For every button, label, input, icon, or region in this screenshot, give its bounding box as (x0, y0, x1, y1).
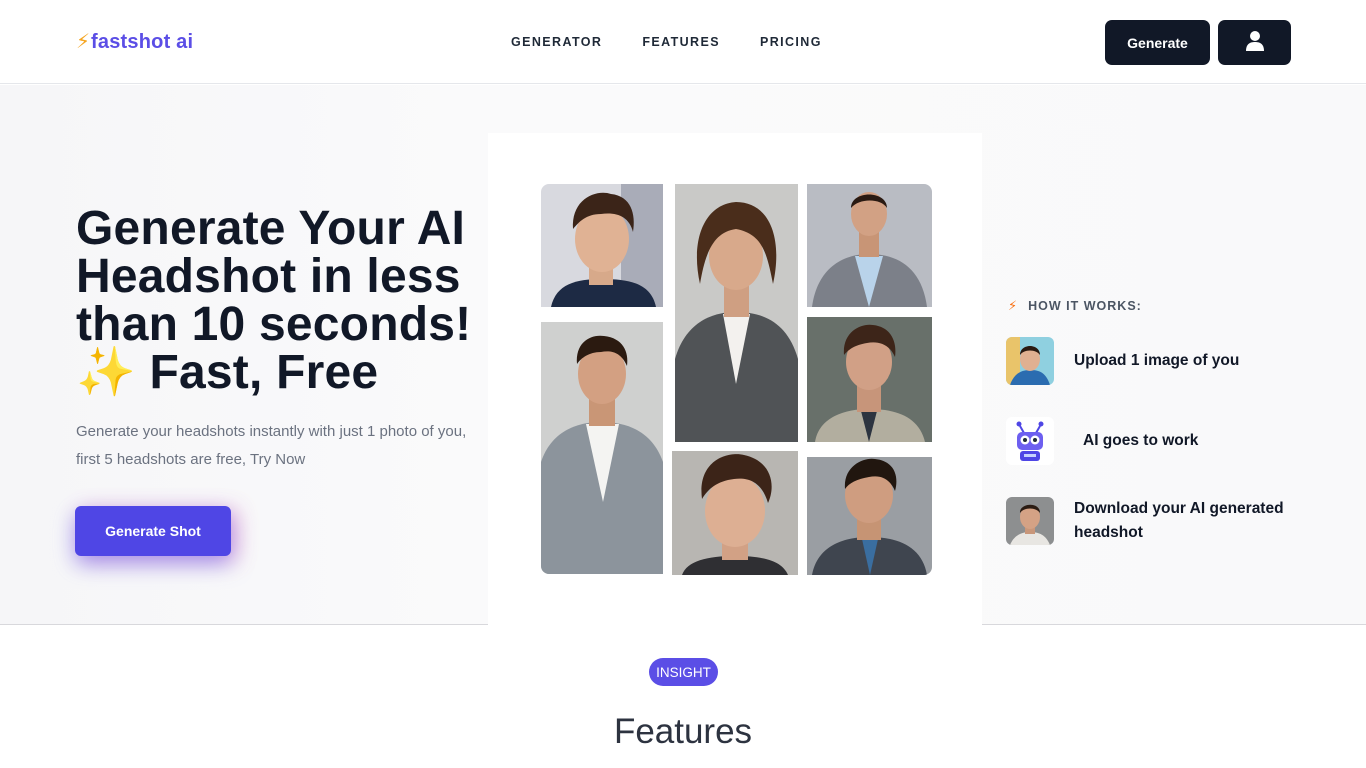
insight-badge: INSIGHT (649, 658, 718, 686)
headshot-thumbnail-icon (1006, 497, 1054, 545)
logo[interactable]: ⚡ fastshot ai (76, 29, 193, 55)
bolt-icon: ⚡ (1008, 298, 1019, 313)
headshot-photo (541, 184, 663, 307)
logo-text: fastshot ai (91, 30, 194, 53)
headshot-collage (488, 133, 982, 625)
nav-link-features[interactable]: FEATURES (642, 35, 720, 49)
user-icon (1245, 30, 1265, 55)
bolt-icon: ⚡ (76, 31, 91, 53)
user-account-button[interactable] (1218, 20, 1291, 65)
how-it-works-label: HOW IT WORKS: (1028, 299, 1142, 313)
generate-shot-button[interactable]: Generate Shot (75, 506, 231, 556)
photo-thumbnail-icon (1006, 337, 1054, 385)
headshot-photo (807, 184, 932, 307)
top-nav: ⚡ fastshot ai GENERATOR FEATURES PRICING… (0, 0, 1366, 84)
step-upload: Upload 1 image of you (1006, 337, 1239, 385)
headshot-photo (807, 317, 932, 442)
headshot-photo (807, 457, 932, 575)
step-download: Download your AI generated headshot (1006, 497, 1304, 545)
headshot-photo (675, 184, 798, 442)
headshot-photo (541, 322, 663, 574)
nav-link-generator[interactable]: GENERATOR (511, 35, 602, 49)
step-ai: AI goes to work (1006, 417, 1198, 465)
step-label: Download your AI generated headshot (1074, 500, 1284, 541)
hero-section: Generate Your AI Headshot in less than 1… (0, 85, 1366, 625)
how-it-works-title: ⚡ HOW IT WORKS: (1008, 298, 1142, 314)
step-label: Upload 1 image of you (1074, 352, 1240, 369)
step-label: AI goes to work (1083, 432, 1199, 449)
hero-subtext: Generate your headshots instantly with j… (76, 423, 467, 468)
headshot-photo (672, 451, 798, 575)
nav-links: GENERATOR FEATURES PRICING (511, 35, 862, 49)
robot-icon (1006, 417, 1054, 465)
hero-headline: Generate Your AI Headshot in less than 1… (76, 202, 472, 399)
nav-link-pricing[interactable]: PRICING (760, 35, 822, 49)
features-title: Features (613, 712, 753, 751)
generate-button[interactable]: Generate (1105, 20, 1210, 65)
